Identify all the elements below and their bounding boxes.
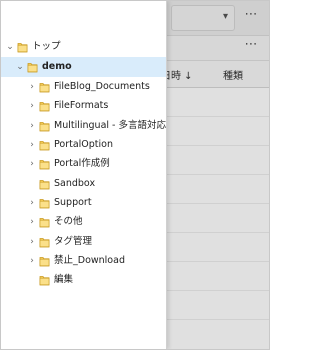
tree-item-label: Multilingual - 多言語対応 - xyxy=(54,120,167,131)
tree-item[interactable]: › その他 xyxy=(1,212,166,232)
tree-item[interactable]: Sandbox xyxy=(1,174,166,194)
folder-icon xyxy=(39,81,50,93)
folder-icon xyxy=(17,41,28,53)
tree-item-label: Portal作成例 xyxy=(54,158,110,169)
tree-item[interactable]: › 禁止_Download xyxy=(1,251,166,271)
folder-icon xyxy=(39,236,50,248)
chevron-right-icon[interactable]: › xyxy=(27,216,37,228)
folder-tree-panel: ⌄ トップ ⌄ demo › FileBlog_Documents › FileFormats… xyxy=(1,1,167,349)
folder-icon xyxy=(39,216,50,228)
folder-icon xyxy=(39,255,50,267)
tree-item-label: demo xyxy=(42,61,72,72)
tree-item[interactable]: ⌄ demo xyxy=(1,57,166,77)
tree-item-label: 禁止_Download xyxy=(54,255,125,266)
tree-item-label: 編集 xyxy=(54,274,74,285)
folder-icon xyxy=(39,100,50,112)
chevron-right-icon[interactable]: › xyxy=(27,120,37,132)
folder-icon xyxy=(39,197,50,209)
tree-item[interactable]: › Multilingual - 多言語対応 - xyxy=(1,116,166,136)
tree-item-label: トップ xyxy=(32,41,61,52)
chevron-down-icon[interactable]: ⌄ xyxy=(5,41,15,53)
chevron-right-icon[interactable]: › xyxy=(27,255,37,267)
folder-icon xyxy=(39,139,50,151)
chevron-right-icon[interactable]: › xyxy=(27,197,37,209)
folder-icon xyxy=(39,274,50,286)
tree-item[interactable]: › Support xyxy=(1,193,166,213)
chevron-down-icon[interactable]: ⌄ xyxy=(15,61,25,73)
tree-item[interactable]: › タグ管理 xyxy=(1,232,166,252)
tree-item-label: PortalOption xyxy=(54,139,113,150)
folder-icon xyxy=(39,120,50,132)
tree-item-label: Sandbox xyxy=(54,178,96,189)
tree-item[interactable]: ⌄ トップ xyxy=(1,37,166,57)
folder-icon xyxy=(39,178,50,190)
chevron-right-icon[interactable]: › xyxy=(27,100,37,112)
tree-item[interactable]: › Portal作成例 xyxy=(1,154,166,174)
tree-item[interactable]: › FileFormats xyxy=(1,96,166,116)
folder-icon xyxy=(39,158,50,170)
tree-item-label: Support xyxy=(54,197,92,208)
tree-item[interactable]: › PortalOption xyxy=(1,135,166,155)
folder-icon xyxy=(27,61,38,73)
tree-item-label: FileBlog_Documents xyxy=(54,81,150,92)
tree-item[interactable]: › FileBlog_Documents xyxy=(1,77,166,97)
tree-item-label: タグ管理 xyxy=(54,236,93,247)
chevron-right-icon[interactable]: › xyxy=(27,236,37,248)
chevron-right-icon[interactable]: › xyxy=(27,139,37,151)
chevron-right-icon[interactable]: › xyxy=(27,81,37,93)
tree-item[interactable]: 編集 xyxy=(1,270,166,290)
app-window: ▾ ⋯ ⋯ 新日時 ↓ 種類 ⌄ トップ ⌄ demo › FileBlog_Docume… xyxy=(0,0,270,350)
chevron-right-icon[interactable]: › xyxy=(27,158,37,170)
tree-item-label: FileFormats xyxy=(54,100,109,111)
tree-item-label: その他 xyxy=(54,216,83,227)
